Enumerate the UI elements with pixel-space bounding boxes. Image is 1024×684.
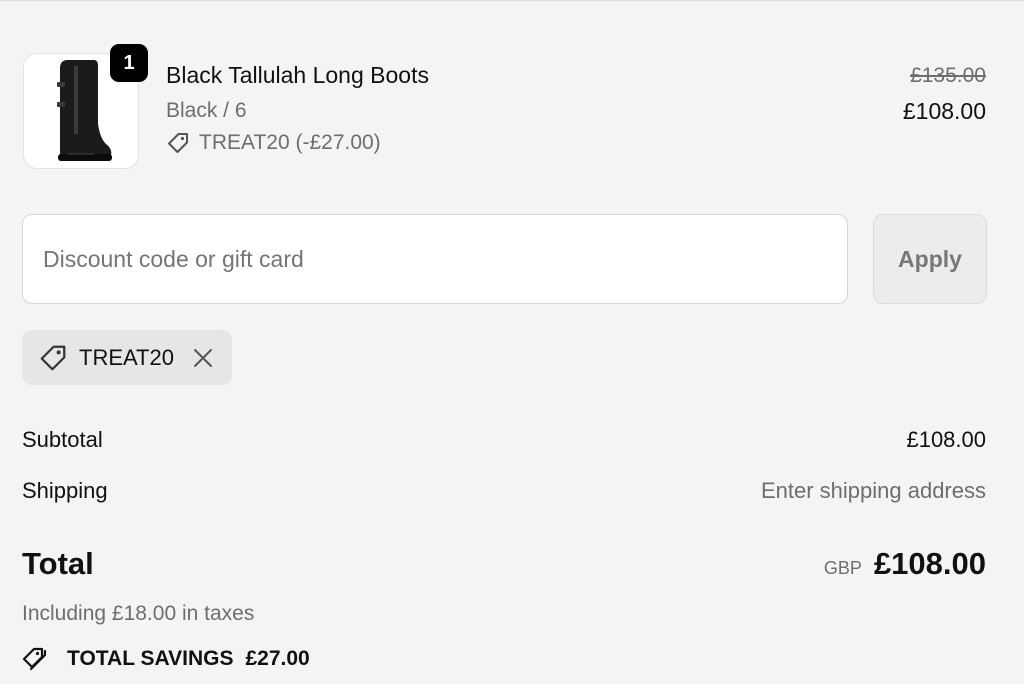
total-currency: GBP <box>823 558 862 578</box>
current-price: £108.00 <box>902 98 986 124</box>
total-savings: TOTAL SAVINGS £27.00 <box>22 646 310 672</box>
applied-code-label: TREAT20 <box>79 344 174 370</box>
remove-discount-button[interactable] <box>192 347 214 369</box>
total-value: £108.00 <box>873 546 986 581</box>
original-price: £135.00 <box>910 64 986 87</box>
savings-label: TOTAL SAVINGS <box>67 647 234 670</box>
product-discount: TREAT20 (-£27.00) <box>166 131 381 155</box>
product-title: Black Tallulah Long Boots <box>166 62 429 88</box>
quantity-badge: 1 <box>110 44 148 82</box>
discount-code-input[interactable] <box>22 214 848 304</box>
tag-icon <box>40 345 66 370</box>
shipping-label: Shipping <box>22 478 108 503</box>
total-amount-group: GBP £108.00 <box>824 546 986 582</box>
applied-discount-chip: TREAT20 <box>22 330 232 385</box>
savings-value: £27.00 <box>245 647 310 670</box>
tax-note: Including £18.00 in taxes <box>22 602 255 625</box>
apply-button[interactable]: Apply <box>873 214 987 304</box>
subtotal-value: £108.00 <box>906 427 986 452</box>
product-variant: Black / 6 <box>166 99 247 122</box>
shipping-value: Enter shipping address <box>760 478 986 503</box>
tags-icon <box>22 647 47 671</box>
product-discount-label: TREAT20 (-£27.00) <box>199 131 381 154</box>
order-summary: 1 Black Tallulah Long Boots Black / 6 TR… <box>0 0 1024 684</box>
subtotal-label: Subtotal <box>22 427 103 452</box>
close-icon <box>193 348 212 367</box>
tag-icon <box>168 133 188 153</box>
total-label: Total <box>22 546 94 581</box>
